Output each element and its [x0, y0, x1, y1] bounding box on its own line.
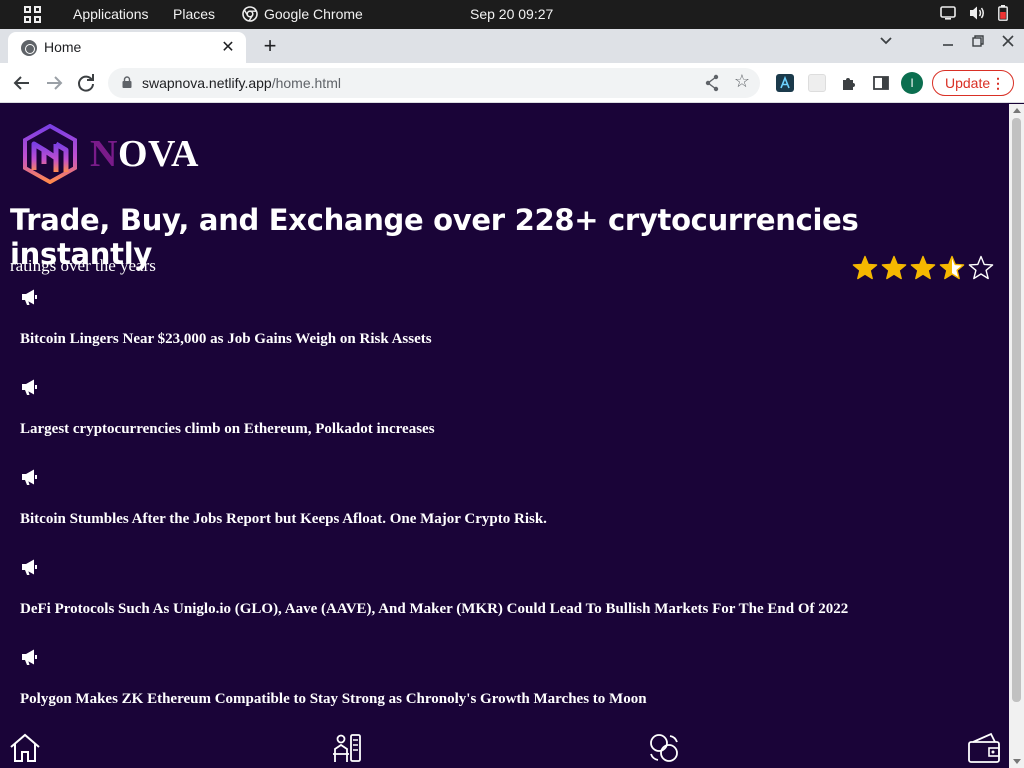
news-headline[interactable]: DeFi Protocols Such As Uniglo.io (GLO), … — [20, 601, 848, 618]
brand-name: NOVA — [90, 132, 199, 176]
news-headline[interactable]: Polygon Makes ZK Ethereum Compatible to … — [20, 691, 647, 708]
star-empty-icon — [968, 255, 994, 280]
url-text[interactable]: swapnova.netlify.app/home.html — [142, 75, 341, 91]
megaphone-icon — [20, 468, 38, 491]
address-bar[interactable]: swapnova.netlify.app/home.html ☆ — [108, 68, 760, 98]
news-headline[interactable]: Bitcoin Lingers Near $23,000 as Job Gain… — [20, 331, 432, 348]
tab-strip: Home ✕ + — [0, 29, 1024, 63]
bottom-nav — [0, 724, 1009, 768]
browser-toolbar: swapnova.netlify.app/home.html ☆ I Updat… — [0, 63, 1024, 103]
news-headline[interactable]: Largest cryptocurrencies climb on Ethere… — [20, 421, 435, 438]
scroll-thumb[interactable] — [1012, 118, 1021, 702]
profile-avatar[interactable]: I — [901, 72, 923, 94]
update-label: Update — [945, 75, 991, 91]
star-full-icon — [910, 255, 936, 280]
trade-icon[interactable] — [329, 732, 363, 764]
star-full-icon — [852, 255, 878, 280]
places-menu[interactable]: Places — [173, 6, 215, 22]
tab-title: Home — [44, 39, 82, 55]
news-headline[interactable]: Bitcoin Stumbles After the Jobs Report b… — [20, 511, 547, 528]
restore-icon[interactable] — [972, 35, 984, 47]
share-icon[interactable] — [704, 74, 720, 92]
scroll-down-icon[interactable] — [1013, 759, 1021, 764]
url-host: swapnova.netlify.app — [142, 75, 272, 91]
applications-menu[interactable]: Applications — [73, 6, 149, 22]
star-full-icon — [881, 255, 907, 280]
update-button[interactable]: Update ⋮ — [932, 70, 1014, 96]
page-content: NOVA Trade, Buy, and Exchange over 228+ … — [0, 104, 1009, 768]
megaphone-icon — [20, 288, 38, 311]
extension-b-icon[interactable] — [808, 74, 826, 92]
volume-icon[interactable] — [968, 5, 986, 21]
wallet-icon[interactable] — [967, 732, 1001, 764]
new-tab-button[interactable]: + — [260, 33, 280, 59]
extension-a-icon[interactable] — [776, 74, 794, 92]
megaphone-icon — [20, 558, 38, 581]
star-rating — [852, 255, 994, 281]
system-top-bar: Applications Places Google Chrome Sep 20… — [0, 0, 1024, 29]
screen-icon[interactable] — [940, 6, 956, 20]
scroll-up-icon[interactable] — [1013, 108, 1021, 113]
exchange-icon[interactable] — [648, 732, 680, 764]
megaphone-icon — [20, 648, 38, 671]
chrome-icon — [242, 6, 258, 22]
brand-rest: OVA — [117, 133, 199, 175]
back-button[interactable] — [10, 71, 34, 95]
battery-icon[interactable] — [998, 5, 1008, 21]
ratings-label: ratings over the years — [10, 256, 156, 275]
nova-logo — [23, 124, 77, 184]
tab-home[interactable]: Home ✕ — [8, 32, 246, 63]
side-panel-icon[interactable] — [872, 74, 890, 92]
url-path: /home.html — [271, 75, 341, 91]
chrome-app-menu[interactable]: Google Chrome — [242, 6, 363, 22]
chrome-app-label: Google Chrome — [264, 6, 363, 22]
reload-icon — [78, 74, 94, 92]
clock[interactable]: Sep 20 09:27 — [470, 6, 553, 22]
forward-button[interactable] — [42, 71, 66, 95]
star-half-icon — [939, 255, 965, 280]
close-tab-icon[interactable]: ✕ — [218, 37, 238, 57]
app-grid-icon[interactable] — [24, 6, 41, 23]
bookmark-star-icon[interactable]: ☆ — [734, 71, 750, 92]
reload-button[interactable] — [74, 71, 98, 95]
page-scrollbar[interactable] — [1009, 104, 1024, 768]
globe-icon — [21, 40, 37, 56]
menu-dots-icon[interactable]: ⋮ — [991, 71, 1005, 95]
minimize-icon[interactable] — [942, 35, 954, 47]
tab-search-icon[interactable] — [880, 37, 892, 45]
forward-arrow-icon — [47, 76, 63, 90]
extensions-puzzle-icon[interactable] — [840, 74, 858, 92]
brand-first-letter: N — [90, 133, 118, 175]
close-window-icon[interactable] — [1002, 35, 1014, 47]
back-arrow-icon — [13, 76, 29, 90]
home-icon[interactable] — [8, 732, 42, 764]
megaphone-icon — [20, 378, 38, 401]
lock-icon[interactable] — [122, 76, 132, 88]
